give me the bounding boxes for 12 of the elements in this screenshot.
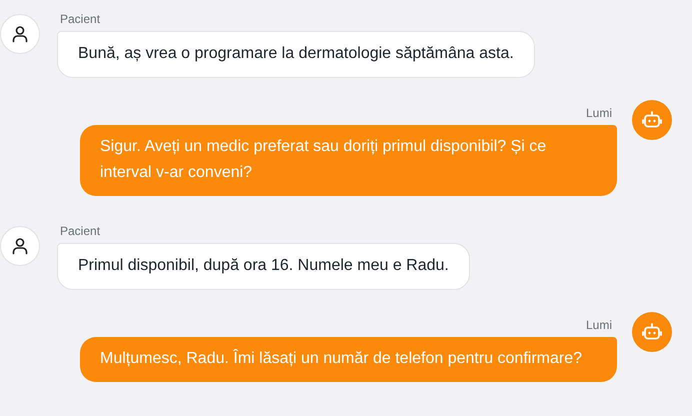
user-avatar-icon [0, 226, 40, 266]
sender-name: Lumi [584, 106, 613, 120]
sender-name: Lumi [584, 318, 613, 332]
sender-name: Pacient [59, 12, 102, 26]
robot-avatar-icon [632, 312, 672, 352]
message-bubble: Primul disponibil, după ora 16. Numele meu e Radu. [57, 243, 470, 290]
message-bubble: Sigur. Aveți un medic preferat sau doriți primul disponibil? Și ce interval v-ar conveni? [80, 125, 617, 196]
robot-avatar-icon [632, 100, 672, 140]
sender-name: Pacient [59, 224, 102, 238]
user-avatar-icon [0, 14, 40, 54]
message-bubble: Mulțumesc, Radu. Îmi lăsați un număr de telefon pentru confirmare? [80, 337, 617, 382]
message-bubble: Bună, aș vrea o programare la dermatologie săptămâna asta. [57, 31, 535, 78]
